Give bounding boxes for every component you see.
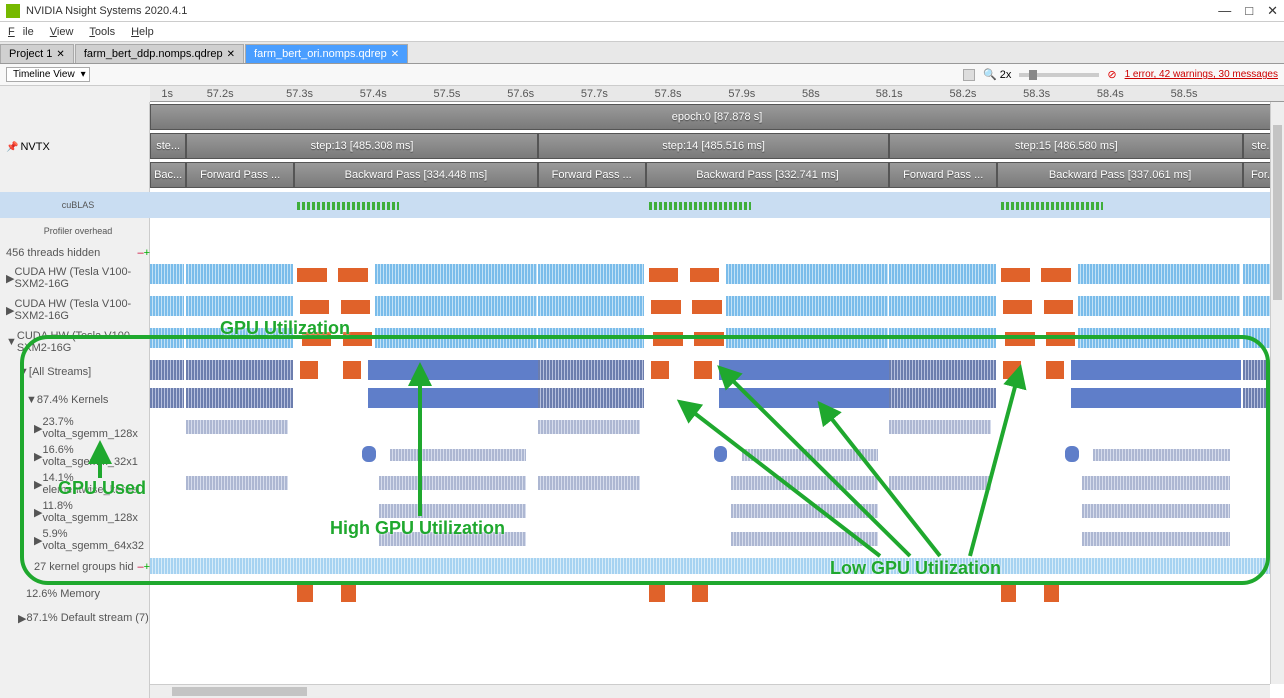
row-cuda-hw-1[interactable]: ▶CUDA HW (Tesla V100-SXM2-16G <box>0 294 150 326</box>
titlebar: NVIDIA Nsight Systems 2020.4.1 — □ ✕ <box>0 0 1284 22</box>
tab-ddp[interactable]: farm_bert_ddp.nomps.qdrep✕ <box>75 44 244 63</box>
tab-project1[interactable]: Project 1✕ <box>0 44 74 63</box>
track-allstreams <box>150 358 1284 386</box>
row-cuda-hw-0[interactable]: ▶CUDA HW (Tesla V100-SXM2-16G <box>0 262 150 294</box>
tabs: Project 1✕ farm_bert_ddp.nomps.qdrep✕ fa… <box>0 42 1284 64</box>
track-cuda-hw-1 <box>150 294 1284 326</box>
track-k2 <box>150 442 1284 470</box>
block-pass-6[interactable]: Backward Pass [337.061 ms] <box>997 162 1243 188</box>
row-all-streams[interactable]: ▼[All Streams] <box>0 358 150 386</box>
scrollbar-horizontal[interactable] <box>150 684 1270 698</box>
block-step-0[interactable]: ste... <box>150 133 186 159</box>
menu-file[interactable]: File <box>4 24 38 40</box>
row-profiler[interactable]: Profiler overhead <box>0 218 150 244</box>
block-step-2[interactable]: step:14 [485.516 ms] <box>538 133 890 159</box>
track-k5 <box>150 526 1284 554</box>
row-k2[interactable]: ▶16.6% volta_sgemm_32x1 <box>0 442 150 470</box>
track-default-stream <box>150 608 1284 628</box>
view-mode-select[interactable]: Timeline View <box>6 67 90 82</box>
block-pass-3[interactable]: Forward Pass ... <box>538 162 646 188</box>
row-threads-hidden[interactable]: 456 threads hidden–+ <box>0 244 150 262</box>
track-cuda-hw-0 <box>150 262 1284 294</box>
row-k4[interactable]: ▶11.8% volta_sgemm_128x <box>0 498 150 526</box>
row-k1[interactable]: ▶23.7% volta_sgemm_128x <box>0 414 150 442</box>
block-pass-1[interactable]: Forward Pass ... <box>186 162 294 188</box>
menu-tools[interactable]: Tools <box>85 24 119 40</box>
block-pass-4[interactable]: Backward Pass [332.741 ms] <box>646 162 890 188</box>
timeline-content[interactable]: epoch:0 [87.878 s] ste...step:13 [485.30… <box>150 102 1284 698</box>
maximize-button[interactable]: □ <box>1245 3 1253 19</box>
track-cublas <box>150 192 1284 218</box>
minimize-button[interactable]: — <box>1218 3 1231 19</box>
track-k4 <box>150 498 1284 526</box>
track-k3 <box>150 470 1284 498</box>
timeline-main: 📌 NVTX cuBLAS Profiler overhead 456 thre… <box>0 102 1284 698</box>
app-icon <box>6 4 20 18</box>
block-pass-0[interactable]: Bac... <box>150 162 186 188</box>
block-pass-5[interactable]: Forward Pass ... <box>889 162 997 188</box>
pin-icon[interactable]: 📌 <box>6 142 18 153</box>
close-icon[interactable]: ✕ <box>391 49 399 60</box>
zoom-slider[interactable] <box>1019 73 1099 77</box>
track-kernels <box>150 386 1284 414</box>
row-k3[interactable]: ▶14.1% elementwise_kernel <box>0 470 150 498</box>
window-title: NVIDIA Nsight Systems 2020.4.1 <box>26 5 1218 17</box>
zoom-label: 🔍 2x <box>983 68 1011 81</box>
block-step-1[interactable]: step:13 [485.308 ms] <box>186 133 538 159</box>
menu-help[interactable]: Help <box>127 24 158 40</box>
close-button[interactable]: ✕ <box>1267 3 1278 19</box>
track-kgroups <box>150 554 1284 580</box>
track-profiler <box>150 218 1284 244</box>
row-default-stream[interactable]: ▶87.1% Default stream (7) <box>0 608 150 628</box>
menubar: File View Tools Help <box>0 22 1284 42</box>
row-memory[interactable]: 12.6% Memory <box>0 580 150 608</box>
block-pass-2[interactable]: Backward Pass [334.448 ms] <box>294 162 538 188</box>
menu-view[interactable]: View <box>46 24 78 40</box>
toolbar: Timeline View 🔍 2x ⊘ 1 error, 42 warning… <box>0 64 1284 86</box>
nvtx-area: epoch:0 [87.878 s] ste...step:13 [485.30… <box>150 102 1284 192</box>
row-cuda-hw-2[interactable]: ▼CUDA HW (Tesla V100-SXM2-16G <box>0 326 150 358</box>
track-cuda-hw-2 <box>150 326 1284 358</box>
track-memory <box>150 580 1284 608</box>
scrollbar-vertical[interactable] <box>1270 102 1284 684</box>
row-k5[interactable]: ▶5.9% volta_sgemm_64x32 <box>0 526 150 554</box>
error-icon: ⊘ <box>1107 68 1116 81</box>
block-step-3[interactable]: step:15 [486.580 ms] <box>889 133 1243 159</box>
close-icon[interactable]: ✕ <box>227 49 235 60</box>
track-threads <box>150 244 1284 262</box>
block-epoch[interactable]: epoch:0 [87.878 s] <box>150 104 1284 130</box>
nvtx-label: NVTX <box>20 141 49 153</box>
tab-ori[interactable]: farm_bert_ori.nomps.qdrep✕ <box>245 44 408 63</box>
close-icon[interactable]: ✕ <box>56 49 64 60</box>
time-ruler[interactable]: 1s 57.2s 57.3s 57.4s 57.5s 57.6s 57.7s 5… <box>150 86 1284 102</box>
layout-icon[interactable] <box>963 69 975 81</box>
row-labels: 📌 NVTX cuBLAS Profiler overhead 456 thre… <box>0 102 150 698</box>
row-kernels[interactable]: ▼87.4% Kernels <box>0 386 150 414</box>
errors-link[interactable]: 1 error, 42 warnings, 30 messages <box>1125 69 1278 80</box>
row-kernel-groups[interactable]: 27 kernel groups hid–+ <box>0 554 150 580</box>
row-cublas[interactable]: cuBLAS <box>0 192 150 218</box>
track-k1 <box>150 414 1284 442</box>
